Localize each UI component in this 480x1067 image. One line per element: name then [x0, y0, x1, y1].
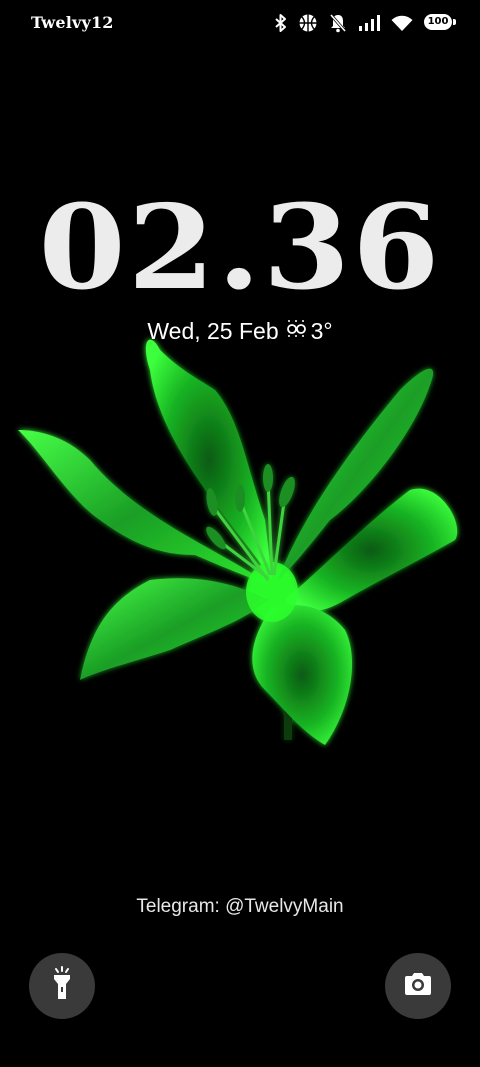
- weather-icon: [285, 316, 309, 346]
- temperature-text: 3°: [310, 317, 333, 344]
- flashlight-icon: [49, 966, 75, 1006]
- camera-button[interactable]: [385, 953, 451, 1019]
- carrier-name: Twelvy12: [31, 13, 114, 32]
- weather-group: 3°: [285, 316, 333, 346]
- status-bar: Twelvy12 100: [0, 0, 480, 46]
- status-icons: 100: [275, 12, 456, 34]
- lock-clock: 02.36: [38, 180, 442, 316]
- flashlight-button[interactable]: [29, 953, 95, 1019]
- date-text: Wed, 25 Feb: [147, 317, 279, 344]
- date-weather-line: Wed, 25 Feb 3°: [0, 316, 480, 346]
- battery-icon: 100: [424, 14, 456, 32]
- bell-muted-icon: [329, 13, 347, 33]
- flower-wallpaper: [18, 339, 458, 745]
- owner-info: Telegram: @TwelvyMain: [136, 896, 344, 917]
- basketball-icon: [298, 13, 318, 33]
- signal-icon: [358, 14, 380, 32]
- battery-level: 100: [427, 16, 449, 27]
- camera-icon: [403, 971, 433, 1001]
- wifi-icon: [391, 14, 413, 32]
- bluetooth-icon: [275, 14, 287, 32]
